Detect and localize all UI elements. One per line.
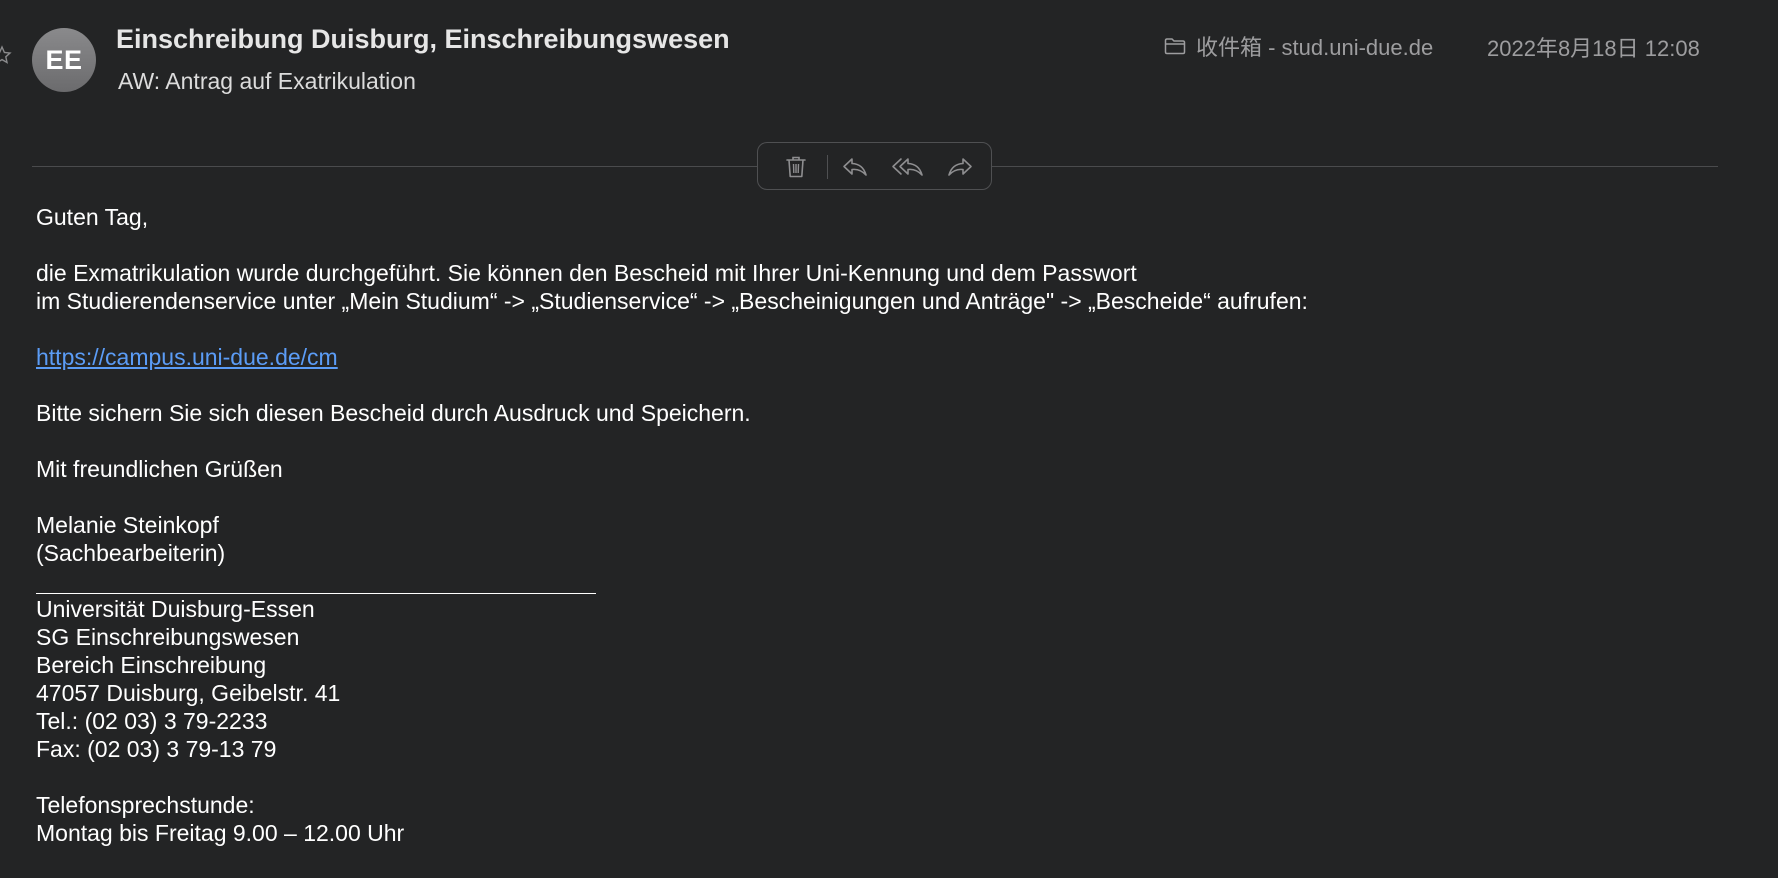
- delete-button[interactable]: [781, 153, 811, 181]
- reply-icon: [843, 158, 867, 176]
- message-toolbar: [757, 142, 992, 190]
- mailbox-text: 收件箱 - stud.uni-due.de: [1196, 35, 1434, 60]
- body-line: im Studierendenservice unter „Mein Studi…: [36, 288, 1308, 314]
- body-line: die Exmatrikulation wurde durchgeführt. …: [36, 260, 1137, 286]
- folder-icon: [1164, 38, 1186, 55]
- signature-line: Fax: (02 03) 3 79-13 79: [36, 736, 277, 762]
- reply-all-button[interactable]: [890, 153, 926, 181]
- reply-button[interactable]: [840, 153, 870, 181]
- hours-text: Montag bis Freitag 9.00 – 12.00 Uhr: [36, 820, 405, 846]
- signature-line: SG Einschreibungswesen: [36, 624, 300, 650]
- signature-line: Tel.: (02 03) 3 79-2233: [36, 708, 268, 734]
- signer-name: Melanie Steinkopf: [36, 512, 219, 538]
- trash-icon: [786, 156, 806, 178]
- body-line: Bitte sichern Sie sich diesen Bescheid d…: [36, 400, 751, 426]
- sender-name[interactable]: Einschreibung Duisburg, Einschreibungswe…: [116, 24, 730, 55]
- signature-line: 47057 Duisburg, Geibelstr. 41: [36, 680, 341, 706]
- message-subject: AW: Antrag auf Exatrikulation: [118, 68, 416, 94]
- message-body: Guten Tag, die Exmatrikulation wurde dur…: [36, 203, 1308, 847]
- star-icon[interactable]: [0, 45, 12, 65]
- toolbar-separator: [827, 155, 828, 179]
- campus-link[interactable]: https://campus.uni-due.de/cm: [36, 344, 338, 370]
- message-date: 2022年8月18日 12:08: [1487, 36, 1700, 61]
- mail-message-view: EE Einschreibung Duisburg, Einschreibung…: [0, 0, 1778, 878]
- mailbox-label: 收件箱 - stud.uni-due.de: [1164, 30, 1433, 62]
- avatar: EE: [32, 28, 96, 92]
- signature-line: Bereich Einschreibung: [36, 652, 267, 678]
- greeting: Guten Tag,: [36, 204, 149, 230]
- forward-icon: [948, 158, 972, 176]
- signature-divider: [36, 593, 596, 594]
- closing: Mit freundlichen Grüßen: [36, 456, 283, 482]
- hours-label: Telefonsprechstunde:: [36, 792, 255, 818]
- signer-role: (Sachbearbeiterin): [36, 540, 226, 566]
- reply-all-icon: [892, 158, 923, 176]
- forward-button[interactable]: [945, 153, 975, 181]
- signature-line: Universität Duisburg-Essen: [36, 596, 315, 622]
